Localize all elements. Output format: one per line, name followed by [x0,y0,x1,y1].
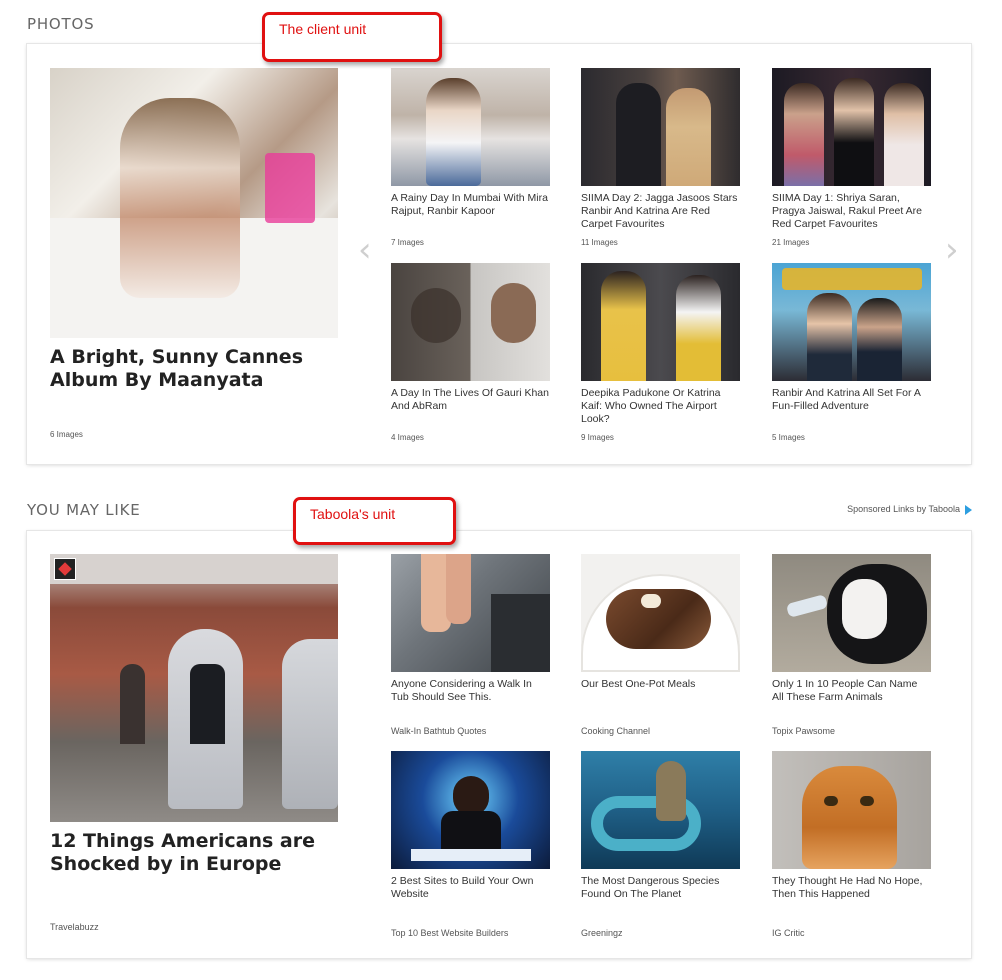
card-image-count: 5 Images [772,433,805,442]
you-may-like-section-title: YOU MAY LIKE [27,501,141,519]
card-image[interactable] [391,68,550,186]
feature-source[interactable]: Travelabuzz [50,922,99,932]
card-image[interactable] [391,263,550,381]
feature-title[interactable]: A Bright, Sunny Cannes Album By Maanyata [50,346,338,392]
card-image[interactable] [391,751,550,869]
card-image[interactable] [391,554,550,672]
card-source[interactable]: Walk-In Bathtub Quotes [391,726,486,736]
card-image[interactable] [772,751,931,869]
card-image-count: 11 Images [581,238,618,247]
photo-card[interactable]: A Day In The Lives Of Gauri Khan And AbR… [391,263,550,442]
recommended-card[interactable]: Only 1 In 10 People Can Name All These F… [772,554,931,736]
card-caption[interactable]: The Most Dangerous Species Found On The … [581,875,740,901]
photo-card[interactable]: Ranbir And Katrina All Set For A Fun-Fil… [772,263,931,442]
photos-feature-article[interactable]: A Bright, Sunny Cannes Album By Maanyata… [50,68,338,439]
card-image-count: 4 Images [391,433,424,442]
card-image-count: 9 Images [581,433,614,442]
photos-panel: A Bright, Sunny Cannes Album By Maanyata… [27,44,971,464]
sponsored-links[interactable]: Sponsored Links by Taboola [847,504,972,515]
card-caption[interactable]: A Day In The Lives Of Gauri Khan And AbR… [391,387,550,413]
card-caption[interactable]: Anyone Considering a Walk In Tub Should … [391,678,550,704]
card-source[interactable]: Greeningz [581,928,623,938]
card-caption[interactable]: Ranbir And Katrina All Set For A Fun-Fil… [772,387,931,413]
card-caption[interactable]: Only 1 In 10 People Can Name All These F… [772,678,931,704]
card-image[interactable] [581,751,740,869]
card-source[interactable]: Topix Pawsome [772,726,835,736]
card-source[interactable]: Top 10 Best Website Builders [391,928,508,938]
feature-title[interactable]: 12 Things Americans are Shocked by in Eu… [50,830,338,876]
card-source[interactable]: IG Critic [772,928,805,938]
card-caption[interactable]: Deepika Padukone Or Katrina Kaif: Who Ow… [581,387,740,426]
card-image[interactable] [581,554,740,672]
recommended-card[interactable]: Our Best One-Pot Meals Cooking Channel [581,554,740,736]
taboola-icon[interactable] [965,504,972,515]
chevron-right-icon[interactable]: › [945,230,959,270]
feature-image[interactable] [50,68,338,338]
recommended-card[interactable]: Anyone Considering a Walk In Tub Should … [391,554,550,736]
card-image[interactable] [772,263,931,381]
photos-section-title: PHOTOS [27,15,95,33]
card-caption[interactable]: SIIMA Day 1: Shriya Saran, Pragya Jaiswa… [772,192,931,231]
recommended-feature-article[interactable]: 12 Things Americans are Shocked by in Eu… [50,554,338,932]
card-caption[interactable]: SIIMA Day 2: Jagga Jasoos Stars Ranbir A… [581,192,740,231]
recommended-card[interactable]: 2 Best Sites to Build Your Own Website T… [391,751,550,938]
photo-card[interactable]: SIIMA Day 2: Jagga Jasoos Stars Ranbir A… [581,68,740,247]
card-caption[interactable]: 2 Best Sites to Build Your Own Website [391,875,550,901]
card-image[interactable] [581,68,740,186]
card-image[interactable] [772,554,931,672]
card-source[interactable]: Cooking Channel [581,726,650,736]
feature-image[interactable] [50,554,338,822]
sponsored-label[interactable]: Sponsored Links by Taboola [847,504,960,514]
ad-badge-icon [54,558,76,580]
client-unit-callout: The client unit [262,12,442,62]
taboola-unit-callout: Taboola's unit [293,497,456,545]
card-image[interactable] [581,263,740,381]
recommended-card[interactable]: The Most Dangerous Species Found On The … [581,751,740,938]
card-image-count: 7 Images [391,238,424,247]
chevron-left-icon[interactable]: ‹ [358,230,372,270]
you-may-like-panel: 12 Things Americans are Shocked by in Eu… [27,531,971,958]
recommended-card[interactable]: They Thought He Had No Hope, Then This H… [772,751,931,938]
photo-card[interactable]: A Rainy Day In Mumbai With Mira Rajput, … [391,68,550,247]
card-caption[interactable]: A Rainy Day In Mumbai With Mira Rajput, … [391,192,550,218]
photo-card[interactable]: SIIMA Day 1: Shriya Saran, Pragya Jaiswa… [772,68,931,247]
card-image-count: 21 Images [772,238,810,247]
card-image[interactable] [772,68,931,186]
card-caption[interactable]: Our Best One-Pot Meals [581,678,740,691]
photo-card[interactable]: Deepika Padukone Or Katrina Kaif: Who Ow… [581,263,740,442]
card-caption[interactable]: They Thought He Had No Hope, Then This H… [772,875,931,901]
feature-image-count: 6 Images [50,430,83,439]
